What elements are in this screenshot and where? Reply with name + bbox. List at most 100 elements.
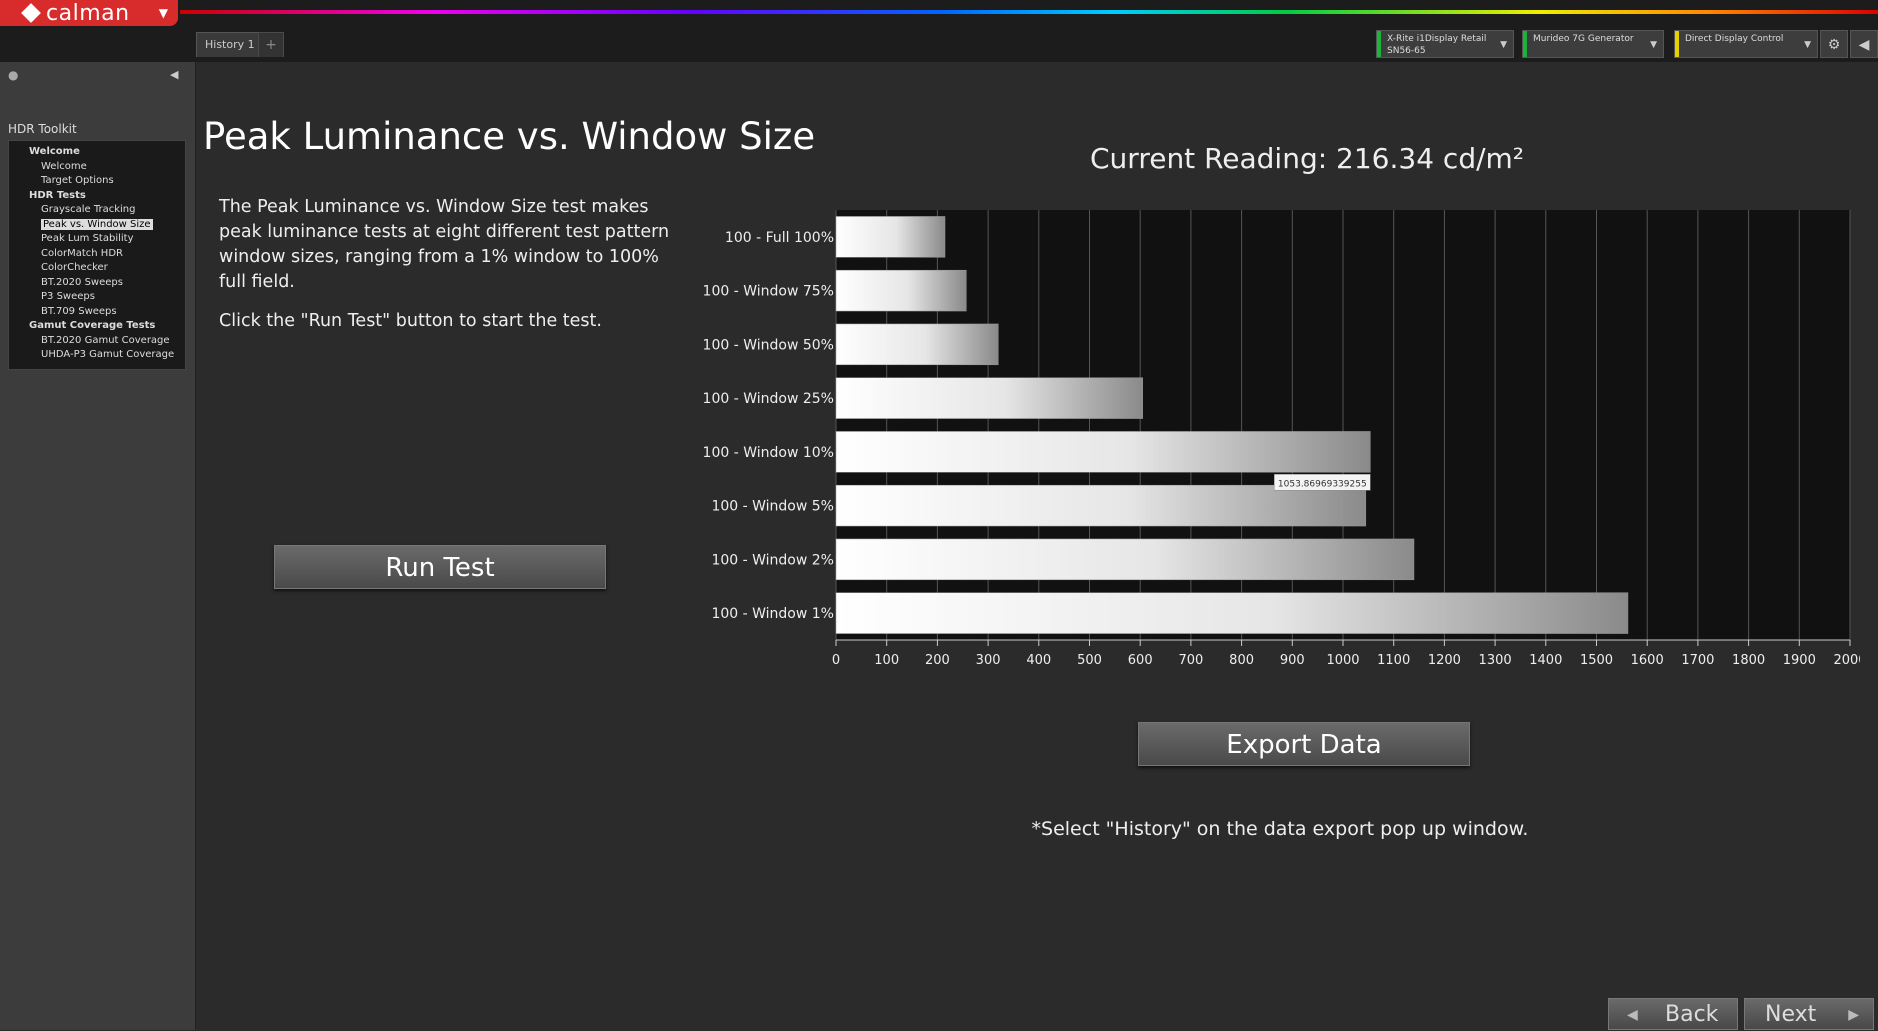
collapse-sidebar-icon[interactable]: ◀ — [170, 68, 178, 81]
rainbow-strip — [180, 10, 1878, 14]
bar[interactable] — [835, 538, 1415, 581]
chevron-down-icon: ▼ — [1804, 40, 1811, 50]
x-tick-labels: 0 100 200 300 400 500 600 700 800 900 1000 1100 1200… — [832, 639, 1860, 668]
tree-item[interactable]: ColorChecker — [9, 261, 185, 276]
tree-item[interactable]: BT.709 Sweeps — [9, 305, 185, 320]
x-tick-label: 1300 — [1479, 653, 1512, 668]
chevron-down-icon: ▼ — [158, 6, 168, 20]
workflow-title: HDR Toolkit — [8, 122, 77, 136]
device-name: Murideo 7G Generator — [1533, 34, 1634, 44]
chevron-down-icon: ▼ — [1650, 40, 1657, 50]
bar[interactable] — [835, 484, 1367, 527]
tree-item[interactable]: Welcome — [9, 160, 185, 175]
category-label: 100 - Window 25% — [703, 391, 834, 407]
x-tick-label: 1800 — [1732, 653, 1765, 668]
status-indicator — [1523, 31, 1527, 57]
export-footnote: *Select "History" on the data export pop… — [1031, 818, 1529, 840]
tree-item[interactable]: Peak Lum Stability — [9, 232, 185, 247]
category-label: 100 - Full 100% — [725, 230, 834, 246]
calman-logo-icon — [21, 3, 41, 23]
device-detail: SN56-65 — [1387, 46, 1426, 56]
luminance-bar-chart: 100 - Full 100% 100 - Window 75% 100 - Win… — [703, 210, 1860, 668]
bar[interactable] — [835, 216, 946, 258]
x-tick-label: 600 — [1128, 653, 1153, 668]
chevron-left-icon: ◀ — [1858, 37, 1870, 53]
x-tick-label: 1000 — [1326, 653, 1359, 668]
tree-item[interactable]: Grayscale Tracking — [9, 203, 185, 218]
bar[interactable] — [835, 323, 999, 366]
x-tick-label: 1400 — [1529, 653, 1562, 668]
tree-item-selected[interactable]: Peak vs. Window Size — [9, 218, 185, 233]
x-tick-label: 500 — [1077, 653, 1102, 668]
collapse-right-button[interactable]: ◀ — [1850, 30, 1878, 58]
generator-device-selector[interactable]: Murideo 7G Generator ▼ — [1522, 30, 1664, 58]
tree-item[interactable]: BT.2020 Sweeps — [9, 276, 185, 291]
status-indicator — [1377, 31, 1381, 57]
run-test-button[interactable]: Run Test — [274, 545, 606, 589]
category-label: 100 - Window 1% — [711, 606, 834, 622]
sidebar: ● ◀ HDR Toolkit Welcome Welcome Target O… — [0, 62, 196, 1030]
x-tick-label: 900 — [1280, 653, 1305, 668]
bar-tooltip: 1053.86969339255 — [1274, 474, 1371, 491]
gear-icon: ⚙ — [1827, 37, 1841, 53]
tree-item[interactable]: Welcome — [9, 145, 185, 160]
test-description: The Peak Luminance vs. Window Size test … — [219, 195, 679, 348]
add-tab-button[interactable]: + — [258, 32, 284, 57]
arrow-left-icon: ◀ — [1627, 1007, 1638, 1023]
workflow-tree: Welcome Welcome Target Options HDR Tests… — [8, 140, 186, 370]
category-label: 100 - Window 2% — [711, 552, 834, 568]
category-labels: 100 - Full 100% 100 - Window 75% 100 - Win… — [703, 230, 834, 622]
tab-history[interactable]: History 1 — [196, 32, 264, 57]
category-label: 100 - Window 75% — [703, 284, 834, 300]
tree-item[interactable]: ColorMatch HDR — [9, 247, 185, 262]
tree-item[interactable]: UHDA-P3 Gamut Coverage — [9, 348, 185, 363]
calman-menu-button[interactable]: calman ▼ — [0, 0, 178, 26]
page-title: Peak Luminance vs. Window Size — [203, 115, 816, 158]
device-name: X-Rite i1Display Retail — [1387, 34, 1487, 44]
x-tick-label: 400 — [1026, 653, 1051, 668]
next-button[interactable]: Next ▶ — [1744, 998, 1874, 1030]
category-label: 100 - Window 10% — [703, 445, 834, 461]
tree-item[interactable]: P3 Sweeps — [9, 290, 185, 305]
tree-item[interactable]: BT.2020 Gamut Coverage — [9, 334, 185, 349]
tooltip-text: 1053.86969339255 — [1278, 479, 1367, 489]
x-tick-label: 300 — [976, 653, 1001, 668]
app-brand: calman — [46, 0, 130, 26]
device-name: Direct Display Control — [1685, 34, 1784, 44]
x-tick-label: 2000 — [1833, 653, 1860, 668]
x-tick-label: 1600 — [1631, 653, 1664, 668]
settings-button[interactable]: ⚙ — [1820, 30, 1848, 58]
description-text: The Peak Luminance vs. Window Size test … — [219, 197, 670, 292]
back-button[interactable]: ◀ Back — [1608, 998, 1738, 1030]
arrow-right-icon: ▶ — [1848, 1007, 1859, 1023]
display-device-selector[interactable]: Direct Display Control ▼ — [1674, 30, 1818, 58]
x-tick-label: 1700 — [1681, 653, 1714, 668]
tree-item[interactable]: HDR Tests — [9, 189, 185, 204]
category-label: 100 - Window 5% — [711, 499, 834, 515]
bar[interactable] — [835, 377, 1143, 419]
meter-device-selector[interactable]: X-Rite i1Display Retail SN56-65 ▼ — [1376, 30, 1514, 58]
next-label: Next — [1765, 1002, 1817, 1027]
x-tick-label: 1900 — [1783, 653, 1816, 668]
x-tick-label: 1100 — [1377, 653, 1410, 668]
tree-item[interactable]: Target Options — [9, 174, 185, 189]
x-tick-label: 200 — [925, 653, 950, 668]
bar[interactable] — [835, 592, 1629, 634]
x-tick-label: 800 — [1229, 653, 1254, 668]
tree-item[interactable]: Gamut Coverage Tests — [9, 319, 185, 334]
x-tick-label: 700 — [1178, 653, 1203, 668]
x-tick-label: 100 — [874, 653, 899, 668]
x-tick-label: 0 — [832, 653, 840, 668]
instruction-text: Click the "Run Test" button to start the… — [219, 311, 602, 331]
chevron-down-icon: ▼ — [1500, 40, 1507, 50]
category-label: 100 - Window 50% — [703, 337, 834, 353]
current-reading: Current Reading: 216.34 cd/m² — [1090, 142, 1525, 175]
bar[interactable] — [835, 431, 1371, 473]
bar[interactable] — [835, 269, 967, 312]
back-label: Back — [1665, 1002, 1719, 1027]
x-tick-label: 1200 — [1428, 653, 1461, 668]
x-tick-label: 1500 — [1580, 653, 1613, 668]
export-data-button[interactable]: Export Data — [1138, 722, 1470, 766]
home-icon[interactable]: ● — [8, 68, 18, 82]
status-indicator — [1675, 31, 1679, 57]
